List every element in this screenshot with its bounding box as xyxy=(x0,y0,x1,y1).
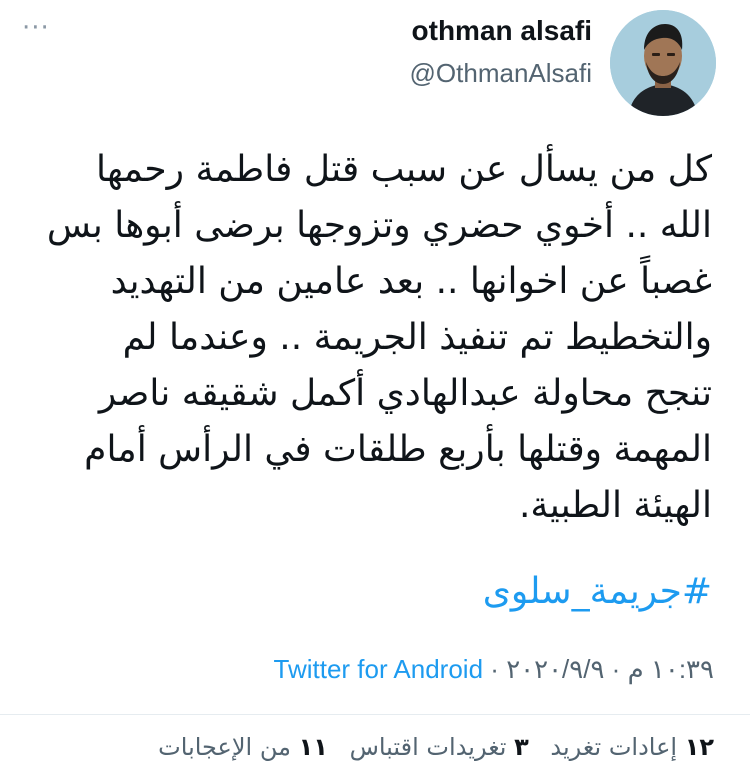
tweet-line: الهيئة الطبية. xyxy=(518,485,712,526)
tweet-line: تنجح محاولة عبدالهادي أكمل شقيقه ناصر xyxy=(98,373,712,414)
divider xyxy=(0,714,750,715)
retweets-label: إعادات تغريد xyxy=(550,733,678,761)
retweets-stat[interactable]: ١٢ إعادات تغريد xyxy=(543,733,714,761)
user-handle[interactable]: @OthmanAlsafi xyxy=(410,56,592,90)
engagement-stats: ١٢ إعادات تغريد ٣ تغريدات اقتباس ١١ من ا… xyxy=(144,730,714,764)
likes-stat[interactable]: ١١ من الإعجابات xyxy=(158,733,328,761)
quotes-stat[interactable]: ٣ تغريدات اقتباس xyxy=(342,733,529,761)
quotes-count: ٣ xyxy=(514,733,529,761)
tweet-time[interactable]: ١٠:٣٩ م xyxy=(628,654,714,684)
profile-photo-icon xyxy=(610,10,716,116)
separator-dot: · xyxy=(490,654,499,684)
more-horizontal-icon: ··· xyxy=(22,13,50,43)
more-options-button[interactable]: ··· xyxy=(22,15,50,41)
tweet-line: كل من يسأل عن سبب قتل فاطمة رحمها xyxy=(95,149,712,190)
quotes-label: تغريدات اقتباس xyxy=(349,733,507,761)
tweet-line: غصباً عن اخوانها .. بعد عامين من التهديد xyxy=(110,261,712,302)
tweet-body: كل من يسأل عن سبب قتل فاطمة رحمها الله .… xyxy=(32,142,712,534)
likes-label: من الإعجابات xyxy=(158,733,291,761)
hashtag-link[interactable]: #جريمة_سلوى xyxy=(483,564,712,620)
retweets-count: ١٢ xyxy=(684,733,714,761)
author-info[interactable]: othman alsafi @OthmanAlsafi xyxy=(410,14,592,90)
separator-dot: · xyxy=(611,654,621,684)
tweet-line: المهمة وقتلها بأربع طلقات في الرأس أمام xyxy=(84,429,712,470)
tweet-line: والتخطيط تم تنفيذ الجريمة .. وعندما لم xyxy=(122,317,712,358)
tweet-line: الله .. أخوي حضري وتزوجها برضى أبوها بس xyxy=(46,205,712,246)
tweet-metadata: ١٠:٣٩ م · ٢٠٢٠/٩/٩ · Twitter for Android xyxy=(274,652,715,686)
likes-count: ١١ xyxy=(298,733,328,761)
tweet-date[interactable]: ٢٠٢٠/٩/٩ xyxy=(506,654,604,684)
display-name[interactable]: othman alsafi xyxy=(410,14,592,48)
avatar[interactable] xyxy=(610,10,716,116)
source-link[interactable]: Twitter for Android xyxy=(274,654,484,684)
